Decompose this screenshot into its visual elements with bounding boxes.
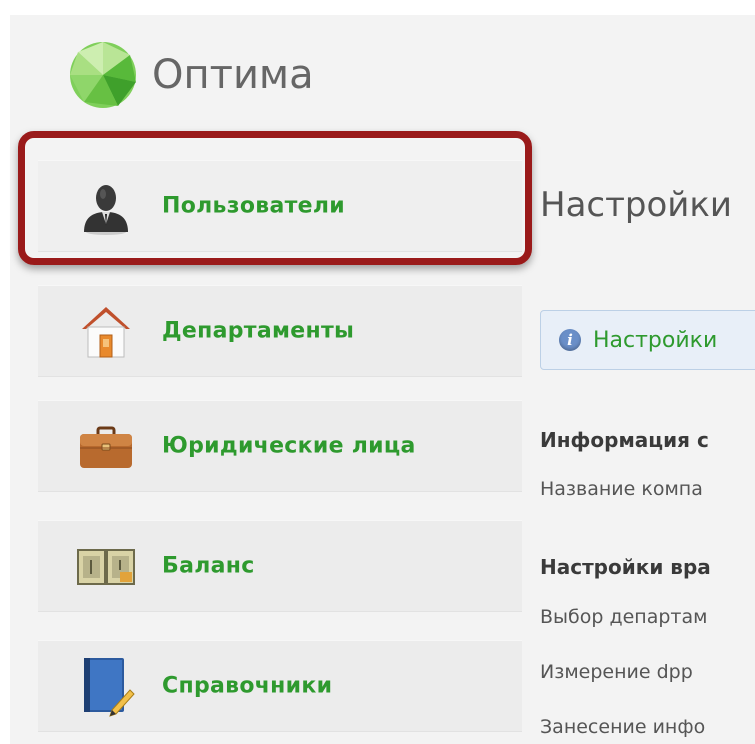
sidebar-item-label: Баланс — [162, 553, 255, 579]
section-heading-company-info: Информация с — [540, 428, 709, 452]
optima-logo-icon — [70, 42, 136, 108]
house-icon — [82, 307, 130, 358]
sidebar-item-label: Пользователи — [162, 193, 346, 219]
section-heading-doctor-settings: Настройки вра — [540, 555, 711, 579]
sidebar-item-departments[interactable]: Департаменты — [38, 285, 522, 377]
field-label-info-entry: Занесение инфо — [540, 716, 706, 738]
field-label-dpp-measurement: Измерение dpp — [540, 661, 693, 683]
field-label-department-choice: Выбор департам — [540, 606, 708, 628]
briefcase-icon — [80, 426, 132, 468]
info-icon: i — [559, 329, 581, 351]
field-label-company-name: Название компа — [540, 478, 703, 500]
page-background — [10, 15, 755, 744]
sidebar-item-balance[interactable]: Баланс — [38, 520, 522, 612]
brand-header[interactable]: Оптима — [68, 40, 314, 110]
sidebar-item-legal-entities[interactable]: Юридические лица — [38, 400, 522, 492]
sidebar-item-label: Департаменты — [162, 318, 355, 344]
sidebar-item-users[interactable]: Пользователи — [38, 160, 522, 252]
sidebar-item-references[interactable]: Справочники — [38, 640, 522, 732]
info-bar: i Настройки — [540, 310, 755, 370]
cash-register-icon — [77, 549, 135, 585]
brand-title: Оптима — [152, 52, 314, 98]
page-title: Настройки — [540, 185, 733, 225]
notebook-pencil-icon — [84, 658, 135, 717]
sidebar-item-label: Справочники — [162, 673, 333, 699]
info-bar-text: Настройки — [593, 327, 718, 353]
user-icon — [84, 185, 128, 235]
sidebar-item-label: Юридические лица — [162, 433, 416, 459]
app-window: Оптима Пользователи Департаменты Юридиче… — [0, 0, 755, 744]
